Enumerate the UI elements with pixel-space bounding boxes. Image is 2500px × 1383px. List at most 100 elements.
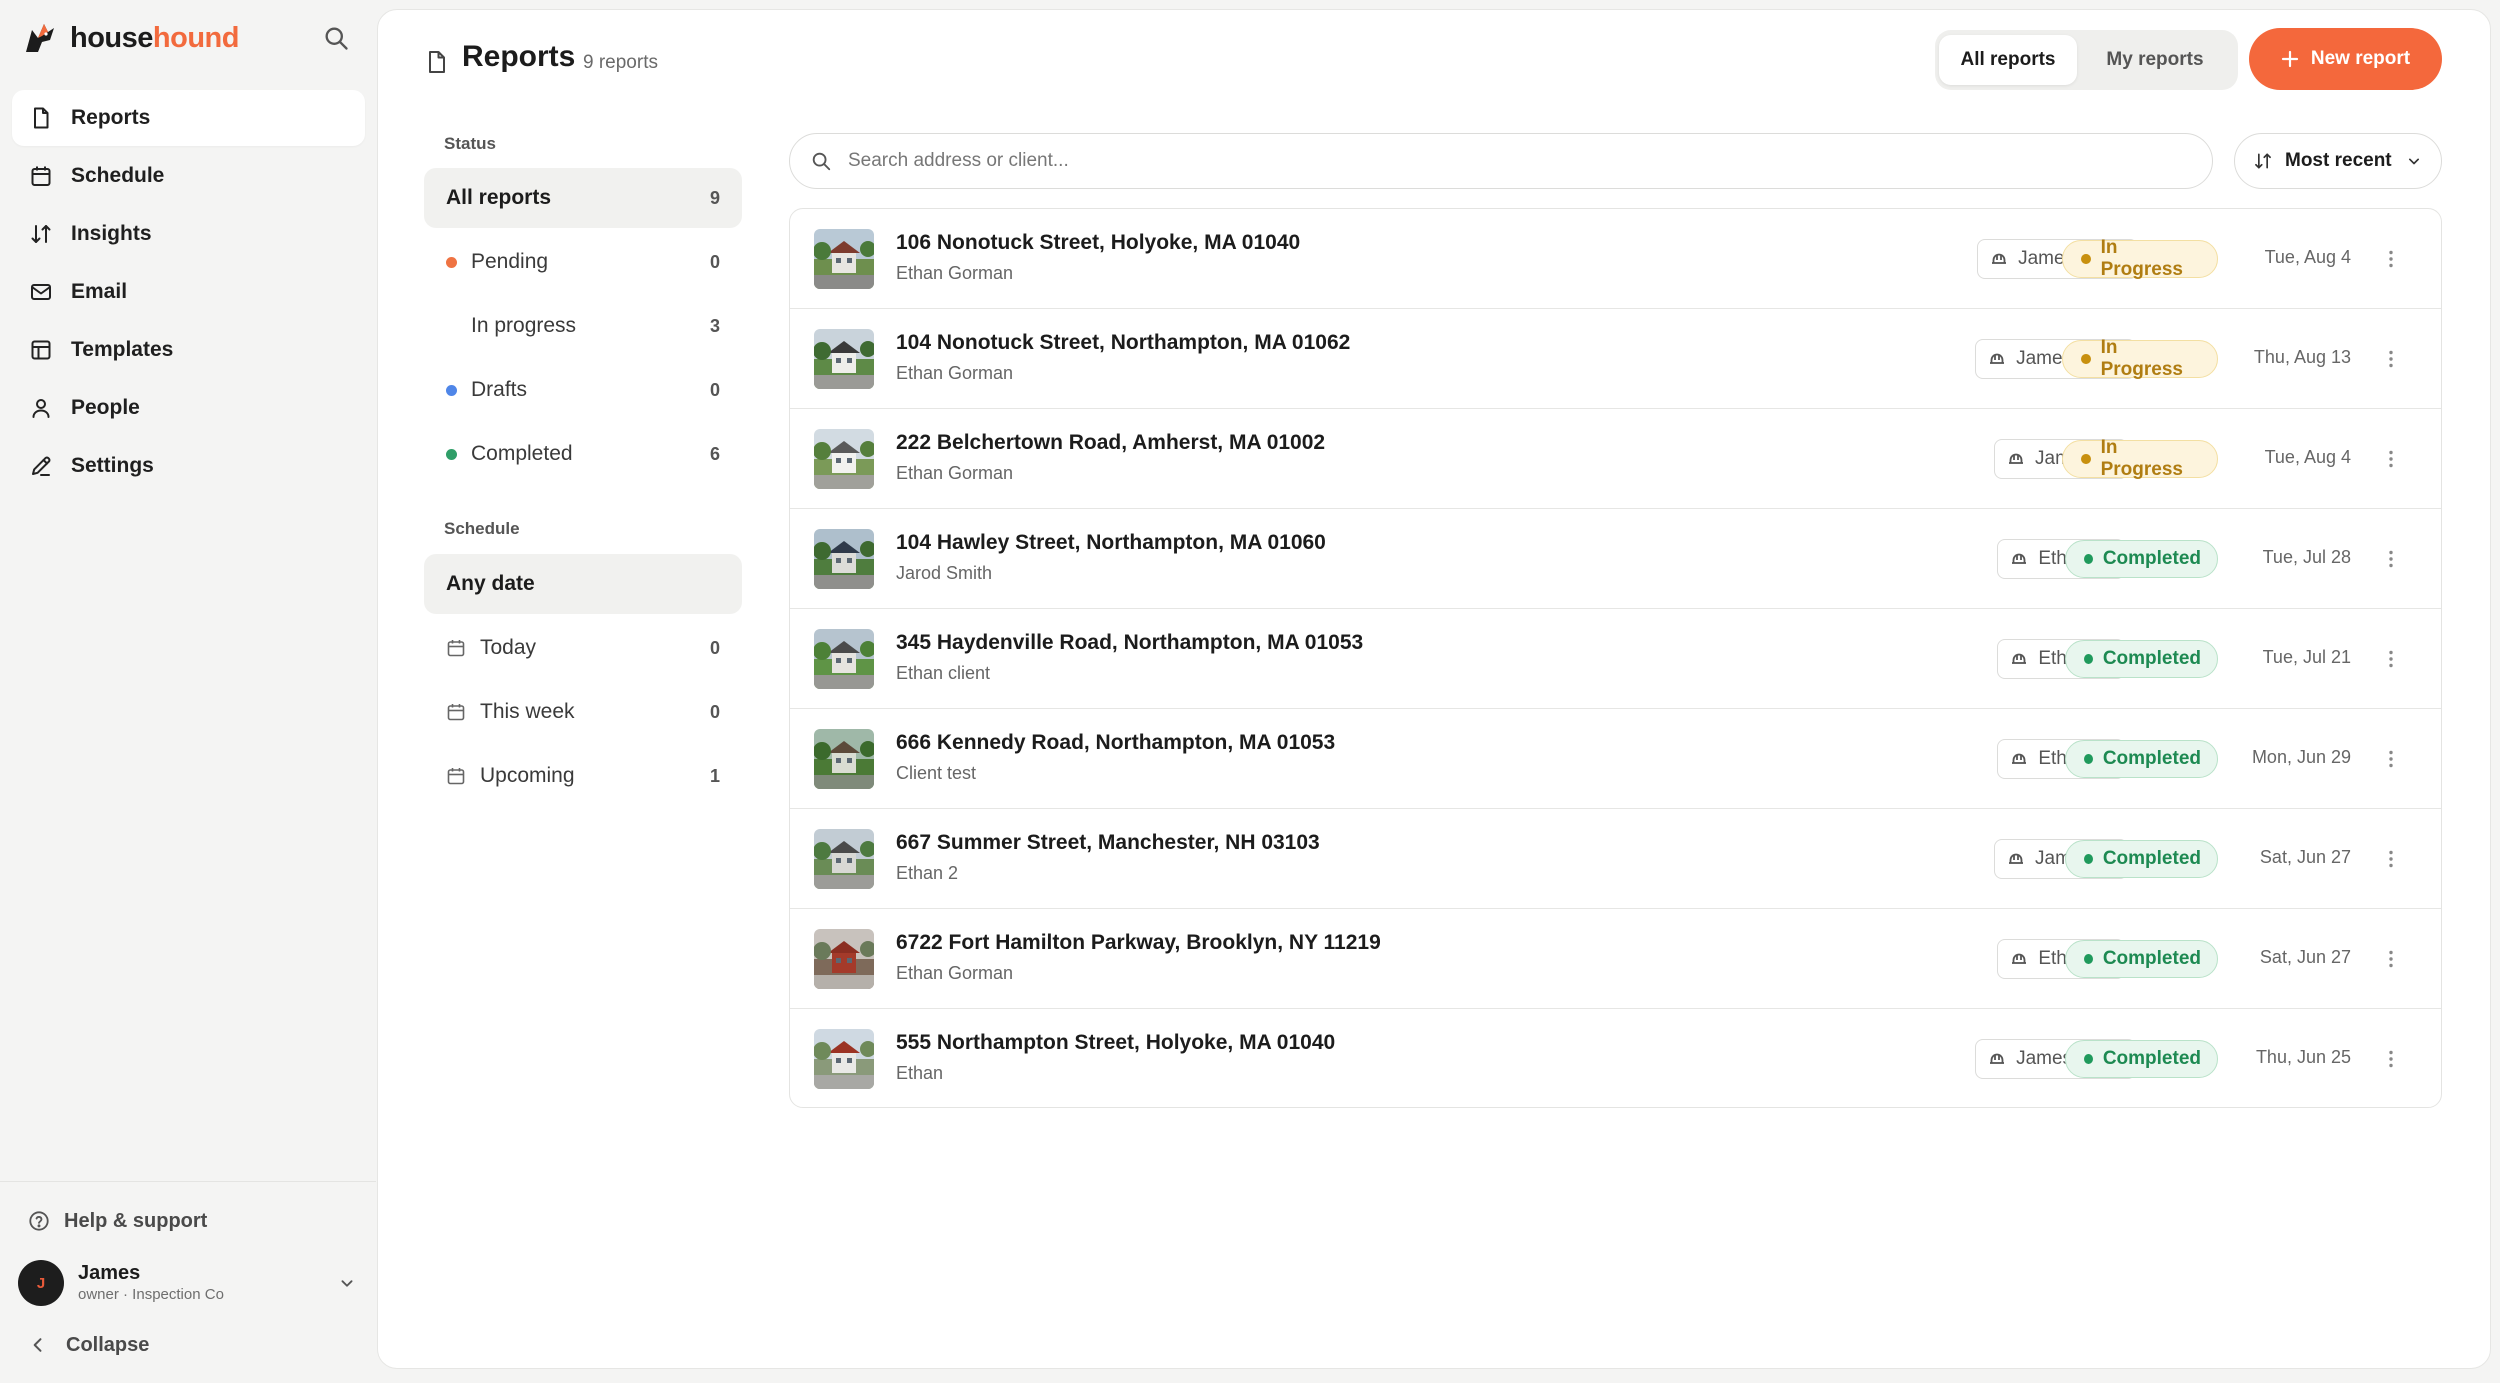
- property-photo-icon: [814, 229, 874, 289]
- status-dot: [2084, 1054, 2093, 1064]
- filter-count: 0: [709, 251, 720, 272]
- tab-all-reports[interactable]: All reports: [1939, 35, 2077, 85]
- status-dot: [2084, 754, 2093, 764]
- property-thumbnail: [814, 629, 874, 689]
- more-vertical-icon[interactable]: [2379, 647, 2403, 671]
- filter-pending[interactable]: Pending 0: [424, 232, 742, 292]
- filter-drafts[interactable]: Drafts 0: [424, 360, 742, 420]
- sidebar-item-people[interactable]: People: [12, 380, 365, 436]
- sidebar-item-reports[interactable]: Reports: [12, 90, 365, 146]
- more-vertical-icon[interactable]: [2379, 547, 2403, 571]
- more-vertical-icon[interactable]: [2379, 247, 2403, 271]
- sidebar-item-templates[interactable]: Templates: [12, 322, 365, 378]
- help-support-link[interactable]: Help & support: [28, 1204, 207, 1238]
- sidebar-item-label: Reports: [71, 106, 151, 129]
- report-address: 345 Haydenville Road, Northampton, MA 01…: [896, 631, 1364, 654]
- pending-status-dot: [446, 256, 457, 268]
- report-client: Ethan Gorman: [896, 363, 1014, 383]
- sidebar-item-insights[interactable]: Insights: [12, 206, 365, 262]
- collapse-sidebar-button[interactable]: Collapse: [28, 1328, 149, 1362]
- report-row[interactable]: 104 Hawley Street, Northampton, MA 01060…: [790, 509, 2441, 609]
- more-vertical-icon[interactable]: [2379, 347, 2403, 371]
- hardhat-icon: [1990, 1053, 2005, 1064]
- status-label: Completed: [2102, 948, 2201, 969]
- status-label: Completed: [2102, 648, 2201, 669]
- mail-icon: [31, 284, 51, 300]
- search-icon[interactable]: [322, 24, 350, 52]
- filter-label: Pending: [471, 250, 549, 273]
- sort-arrows-icon: [31, 225, 51, 243]
- report-client: Ethan Gorman: [896, 463, 1014, 483]
- status-dot: [2084, 654, 2093, 664]
- filter-completed[interactable]: Completed 6: [424, 424, 742, 484]
- report-row[interactable]: 104 Nonotuck Street, Northampton, MA 010…: [790, 309, 2441, 409]
- property-photo-icon: [814, 529, 874, 589]
- report-row[interactable]: 345 Haydenville Road, Northampton, MA 01…: [790, 609, 2441, 709]
- filter-upcoming[interactable]: Upcoming 1: [424, 746, 742, 806]
- status-badge: In Progress: [2062, 337, 2218, 380]
- report-row[interactable]: 6722 Fort Hamilton Parkway, Brooklyn, NY…: [790, 909, 2441, 1009]
- brand[interactable]: househound: [22, 18, 239, 58]
- sort-arrows-icon: [2255, 153, 2271, 169]
- more-vertical-icon[interactable]: [2379, 847, 2403, 871]
- filter-count: 0: [709, 637, 720, 658]
- filter-in-progress[interactable]: In progress 3: [424, 296, 742, 356]
- report-row[interactable]: 667 Summer Street, Manchester, NH 03103 …: [790, 809, 2441, 909]
- status-dot: [2081, 454, 2091, 464]
- property-photo-icon: [814, 429, 874, 489]
- sidebar-item-label: Templates: [71, 338, 174, 361]
- search-icon: [812, 152, 831, 171]
- hardhat-icon: [2009, 453, 2024, 464]
- report-date: Mon, Jun 29: [2251, 747, 2351, 767]
- sidebar-item-settings[interactable]: Settings: [12, 438, 365, 494]
- drafts-status-dot: [446, 384, 457, 396]
- tab-my-reports[interactable]: My reports: [2081, 35, 2229, 85]
- user-info: James owner · Inspection Co: [78, 1261, 224, 1305]
- filter-any-date[interactable]: Any date: [424, 554, 742, 614]
- filter-all-reports[interactable]: All reports 9: [424, 168, 742, 228]
- status-badge: In Progress: [2062, 237, 2218, 280]
- report-row[interactable]: 106 Nonotuck Street, Holyoke, MA 01040 E…: [790, 209, 2441, 309]
- calendar-icon: [447, 704, 465, 721]
- filter-today[interactable]: Today 0: [424, 618, 742, 678]
- property-thumbnail: [814, 829, 874, 889]
- report-address: 555 Northampton Street, Holyoke, MA 0104…: [896, 1031, 1336, 1054]
- sidebar-item-label: People: [71, 396, 140, 419]
- sidebar-divider: [0, 1181, 376, 1182]
- filter-label: In progress: [471, 314, 577, 337]
- document-icon: [34, 107, 49, 129]
- document-icon: [429, 51, 445, 73]
- status-badge: In Progress: [2062, 437, 2218, 480]
- more-vertical-icon[interactable]: [2379, 947, 2403, 971]
- report-client: Ethan 2: [896, 863, 959, 883]
- report-row[interactable]: 666 Kennedy Road, Northampton, MA 01053 …: [790, 709, 2441, 809]
- filter-label: Today: [480, 636, 537, 659]
- report-row[interactable]: 555 Northampton Street, Holyoke, MA 0104…: [790, 1009, 2441, 1107]
- report-scope-toggle: All reports My reports: [1935, 30, 2238, 90]
- new-report-button[interactable]: New report: [2249, 28, 2442, 90]
- sidebar-nav: Reports Schedule Insights Email Template…: [12, 90, 365, 496]
- report-date: Sat, Jun 27: [2259, 847, 2351, 867]
- filter-count: 1: [709, 765, 720, 786]
- status-badge: Completed: [2065, 740, 2218, 778]
- property-thumbnail: [814, 929, 874, 989]
- sidebar-item-schedule[interactable]: Schedule: [12, 148, 365, 204]
- more-vertical-icon[interactable]: [2379, 1047, 2403, 1071]
- property-photo-icon: [814, 629, 874, 689]
- user-menu[interactable]: J James owner · Inspection Co: [18, 1258, 358, 1308]
- sidebar-item-label: Insights: [71, 222, 152, 245]
- filter-this-week[interactable]: This week 0: [424, 682, 742, 742]
- more-vertical-icon[interactable]: [2379, 447, 2403, 471]
- more-vertical-icon[interactable]: [2379, 747, 2403, 771]
- property-photo-icon: [814, 329, 874, 389]
- property-photo-icon: [814, 829, 874, 889]
- main-panel: Reports 9 reports All reports My reports…: [377, 9, 2491, 1369]
- sidebar-item-email[interactable]: Email: [12, 264, 365, 320]
- property-photo-icon: [814, 729, 874, 789]
- report-date: Sat, Jun 27: [2259, 947, 2351, 967]
- search-input[interactable]: [848, 150, 2212, 172]
- report-row[interactable]: 222 Belchertown Road, Amherst, MA 01002 …: [790, 409, 2441, 509]
- completed-status-dot: [446, 448, 457, 460]
- chevron-down-icon: [2408, 158, 2419, 165]
- sort-dropdown[interactable]: Most recent: [2234, 133, 2442, 189]
